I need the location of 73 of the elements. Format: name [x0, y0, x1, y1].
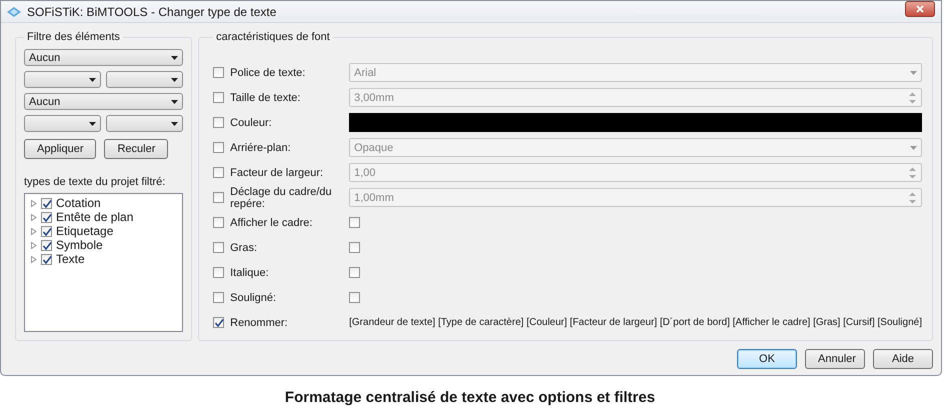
- checkbox[interactable]: [41, 198, 52, 208]
- checkbox[interactable]: [213, 317, 224, 328]
- checkbox[interactable]: [213, 217, 224, 228]
- spinner-icon[interactable]: [908, 166, 917, 180]
- value-checkbox[interactable]: [349, 292, 360, 303]
- expander-icon[interactable]: [31, 242, 37, 248]
- filter-dropdown[interactable]: [24, 71, 102, 88]
- caret-icon: [910, 146, 917, 150]
- property-label: Déclage du cadre/du repére:: [230, 186, 333, 210]
- tree-item[interactable]: Cotation: [56, 196, 101, 210]
- tree-label: types de texte du projet filtré:: [24, 176, 166, 188]
- checkbox[interactable]: [213, 292, 224, 303]
- dialog-button[interactable]: OK: [737, 349, 797, 369]
- value-checkbox[interactable]: [349, 217, 360, 228]
- filter-dropdown[interactable]: Aucun: [24, 93, 184, 110]
- window-title: SOFiSTiK: BiMTOOLS - Changer type de texte: [27, 4, 278, 18]
- checkbox[interactable]: [213, 67, 224, 78]
- expander-icon[interactable]: [31, 256, 37, 262]
- spinner-icon[interactable]: [908, 90, 917, 104]
- tree-item[interactable]: Texte: [56, 252, 85, 266]
- property-label: Italique:: [230, 266, 269, 278]
- property-label: Renommer:: [230, 316, 288, 328]
- filter-dropdown[interactable]: Aucun: [24, 49, 184, 66]
- checkbox[interactable]: [41, 254, 52, 264]
- checkbox[interactable]: [213, 167, 224, 178]
- checkbox[interactable]: [41, 240, 52, 250]
- property-label: Taille de texte:: [230, 92, 300, 104]
- property-label: Couleur:: [230, 116, 272, 128]
- filter-dropdown[interactable]: [106, 115, 184, 132]
- expander-icon[interactable]: [31, 228, 37, 234]
- checkbox[interactable]: [213, 117, 224, 128]
- spinner-icon[interactable]: [908, 190, 917, 204]
- tree-item[interactable]: Symbole: [56, 238, 103, 252]
- caret-icon: [171, 100, 178, 104]
- checkbox[interactable]: [41, 212, 52, 222]
- caret-icon: [171, 56, 178, 60]
- filter-button[interactable]: Appliquer: [24, 139, 96, 159]
- checkbox[interactable]: [213, 242, 224, 253]
- rename-pattern: [Grandeur de texte] [Type de caractère] [Couleur] [Facteur de largeur] [D´port de bord] [Afficher le cadre] [Gras] [Cursif] [Souligné]: [349, 317, 922, 328]
- checkbox[interactable]: [213, 192, 224, 203]
- value-checkbox[interactable]: [349, 267, 360, 278]
- dialog-button[interactable]: Annuler: [805, 349, 865, 369]
- property-label: Police de texte:: [230, 66, 306, 78]
- checkbox[interactable]: [213, 142, 224, 153]
- caret-icon: [89, 122, 96, 126]
- expander-icon[interactable]: [31, 200, 37, 206]
- tree-item[interactable]: Etiquetage: [56, 224, 114, 238]
- property-label: Souligné:: [230, 292, 276, 304]
- close-icon: [916, 4, 924, 12]
- checkbox[interactable]: [213, 267, 224, 278]
- caret-icon: [910, 70, 917, 74]
- app-icon: [7, 6, 21, 16]
- caret-icon: [89, 78, 96, 82]
- property-label: Afficher le cadre:: [230, 216, 312, 228]
- caret-icon: [171, 122, 178, 126]
- value-checkbox[interactable]: [349, 242, 360, 253]
- dialog-button[interactable]: Aide: [873, 349, 933, 369]
- caption: Formatage centralisé de texte avec options et filtres: [284, 389, 656, 406]
- tree-item[interactable]: Entête de plan: [56, 210, 134, 224]
- color-swatch[interactable]: [349, 113, 922, 132]
- checkbox[interactable]: [213, 92, 224, 103]
- group-title: Filtre des éléments: [26, 31, 121, 43]
- property-label: Facteur de largeur:: [230, 166, 324, 178]
- expander-icon[interactable]: [31, 214, 37, 220]
- caret-icon: [171, 78, 178, 82]
- group-title: caractéristiques de font: [215, 31, 331, 43]
- filter-button[interactable]: Reculer: [104, 139, 168, 159]
- property-label: Gras:: [230, 242, 258, 254]
- filter-dropdown[interactable]: [24, 115, 102, 132]
- filter-dropdown[interactable]: [106, 71, 184, 88]
- close-button[interactable]: [905, 0, 935, 16]
- property-label: Arriére-plan:: [230, 142, 291, 154]
- checkbox[interactable]: [41, 226, 52, 236]
